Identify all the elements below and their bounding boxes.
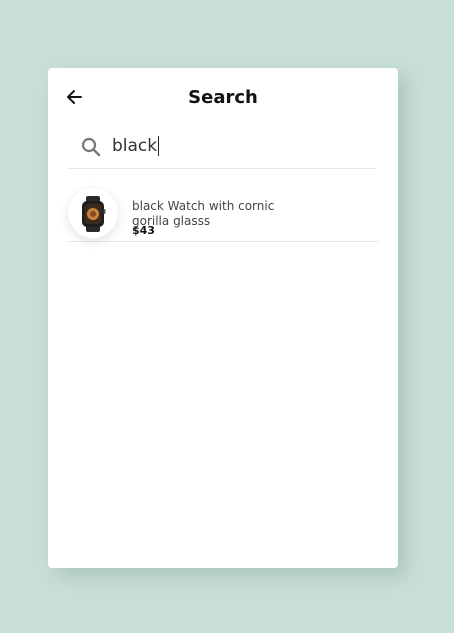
search-card: Search black Watch with cornic gorilla g…	[48, 68, 398, 568]
product-thumbnail	[68, 188, 118, 238]
result-item[interactable]: black Watch with cornic gorilla glasss $…	[68, 186, 378, 242]
product-price: $43	[132, 224, 155, 237]
search-bar	[68, 130, 376, 169]
search-icon	[81, 137, 101, 157]
text-caret	[158, 136, 159, 156]
smartwatch-icon	[82, 196, 106, 232]
page-title: Search	[188, 87, 258, 108]
product-name: black Watch with cornic gorilla glasss	[132, 199, 275, 228]
header: Search	[48, 68, 398, 128]
search-input[interactable]	[112, 132, 362, 160]
